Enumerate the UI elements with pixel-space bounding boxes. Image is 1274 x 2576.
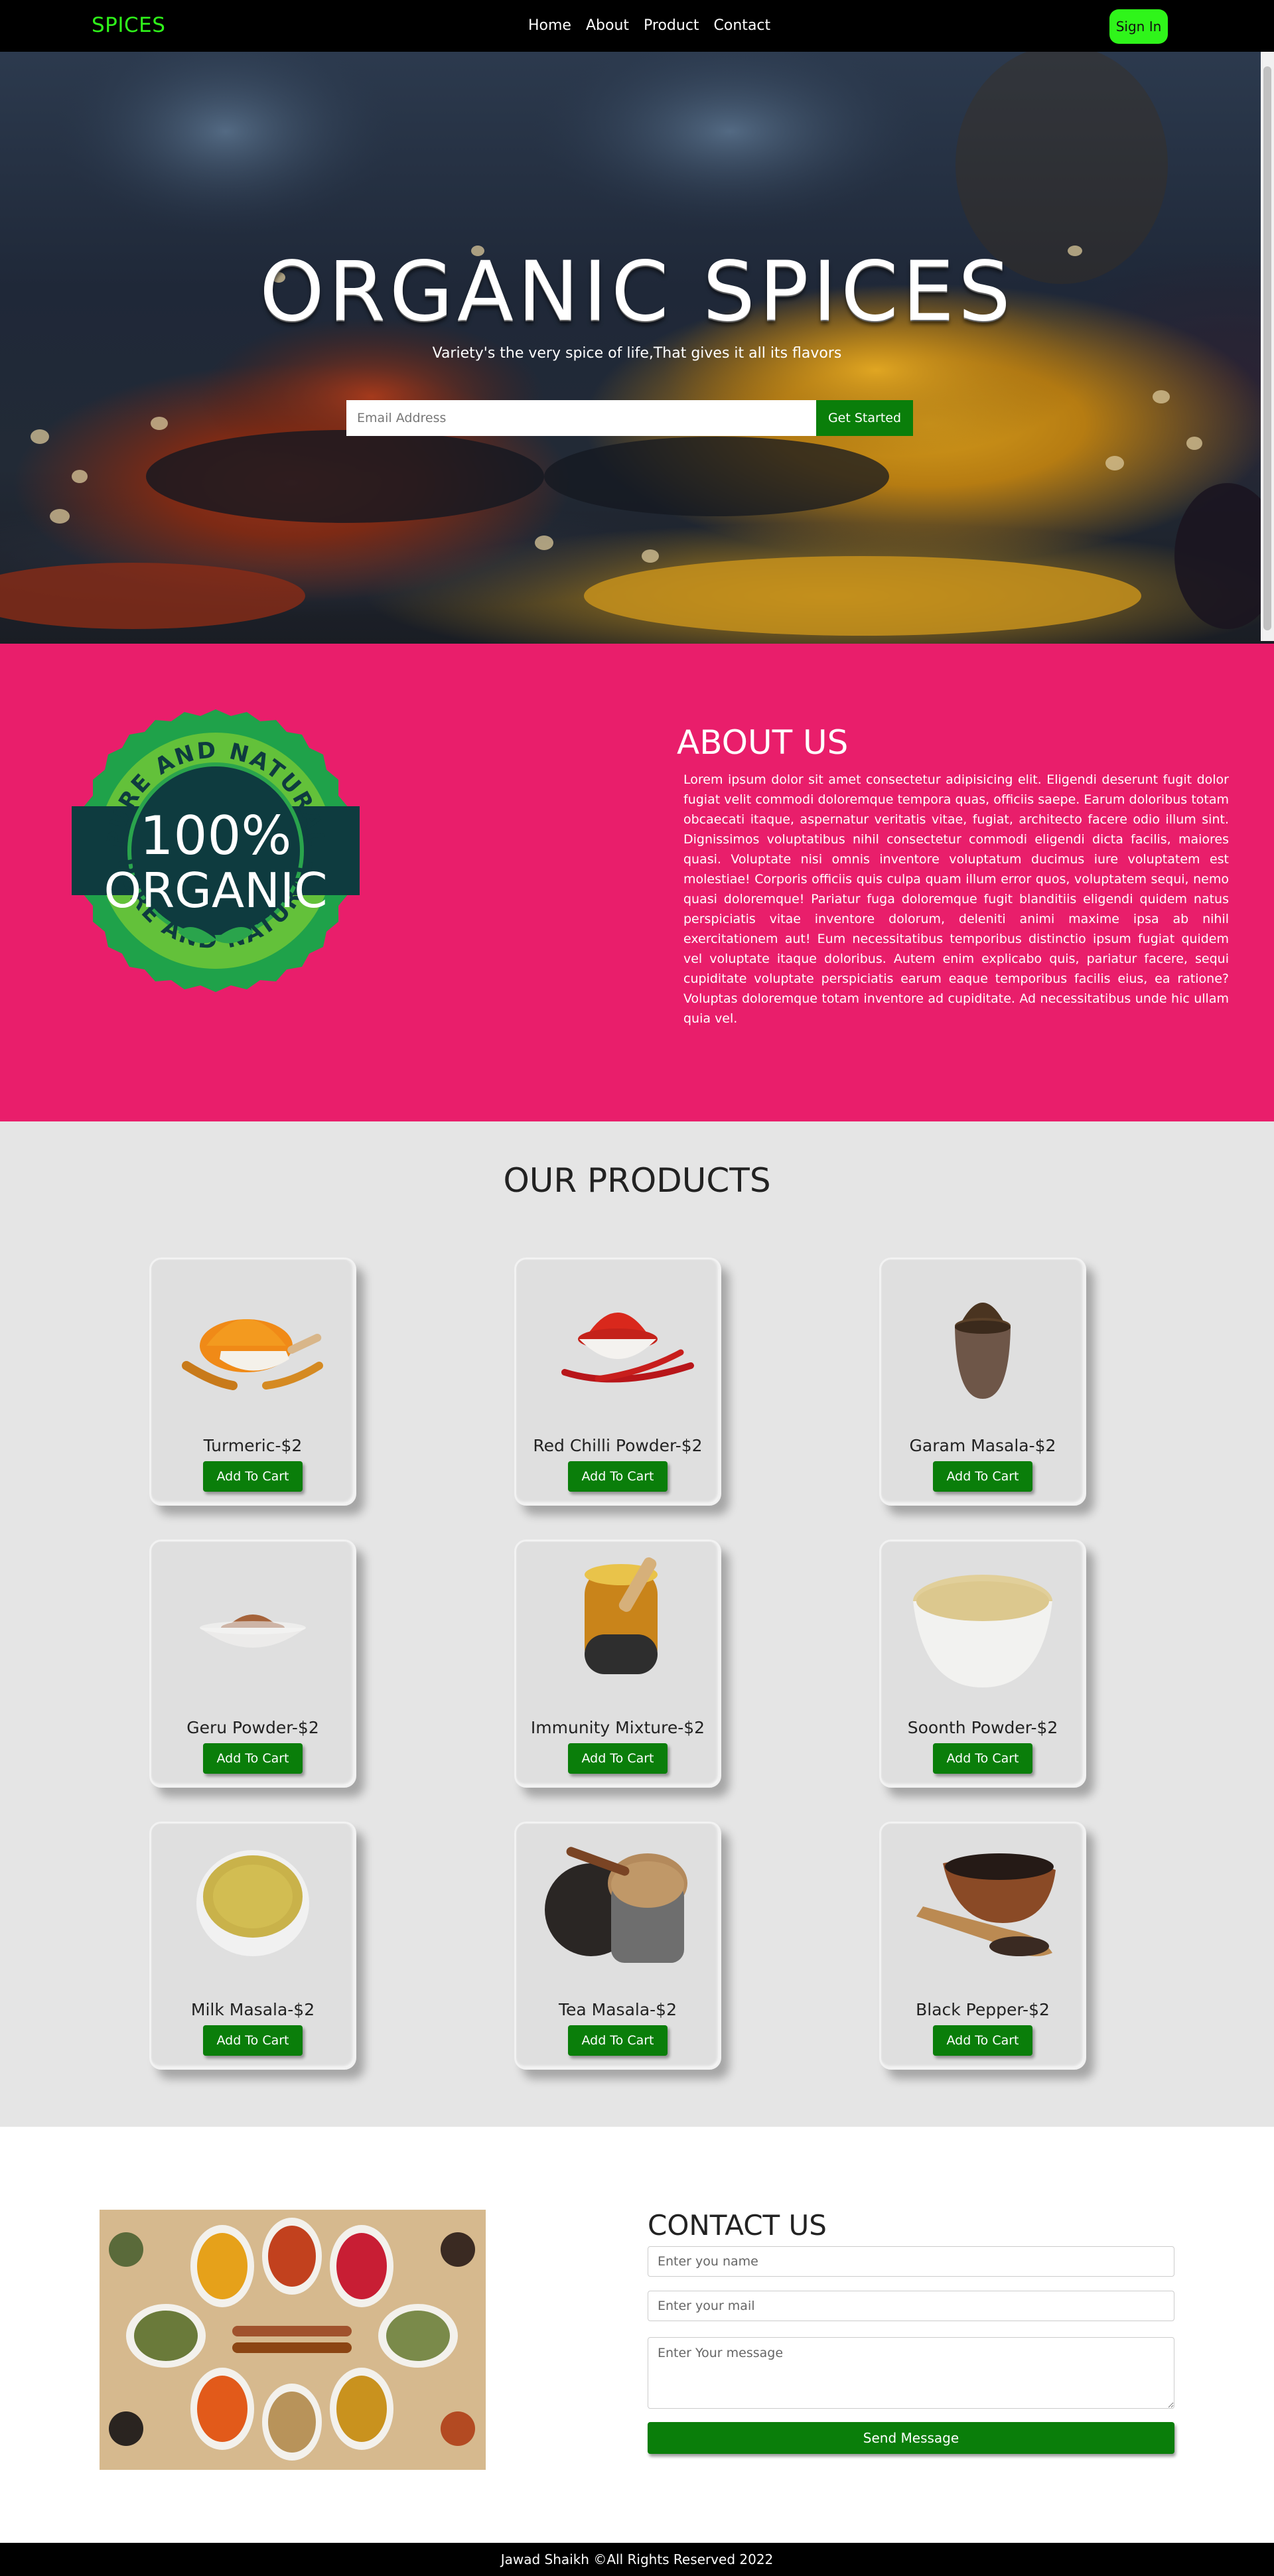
product-card-milk-masala: Milk Masala-$2 Add To Cart	[149, 1822, 356, 2070]
soonth-image	[913, 1575, 1052, 1687]
product-card-tea-masala: Tea Masala-$2 Add To Cart	[514, 1822, 721, 2070]
badge-organic: ORGANIC	[104, 863, 327, 918]
get-started-button[interactable]: Get Started	[816, 400, 913, 436]
badge-percent: 100%	[140, 805, 292, 867]
products-section: OUR PRODUCTS Turmeric-$2 Add To Cart Red…	[0, 1121, 1274, 2127]
product-name: Tea Masala-$2	[558, 2000, 677, 2019]
product-name: Turmeric-$2	[203, 1436, 303, 1455]
about-text: Lorem ipsum dolor sit amet consectetur a…	[683, 772, 1229, 1026]
product-card-soonth: Soonth Powder-$2 Add To Cart	[879, 1539, 1086, 1788]
organic-badge-icon: PURE AND NATURAL PURE AND NATURAL 100% O…	[72, 709, 360, 992]
product-name: Red Chilli Powder-$2	[533, 1436, 703, 1455]
product-card-turmeric: Turmeric-$2 Add To Cart	[149, 1257, 356, 1506]
brand-logo[interactable]: SPICES	[92, 13, 165, 37]
product-name: Soonth Powder-$2	[907, 1718, 1058, 1737]
footer-copyright: Jawad Shaikh ©All Rights Reserved 2022	[500, 2551, 774, 2567]
hero-subtitle: Variety's the very spice of life,That gi…	[432, 345, 842, 362]
about-title: ABOUT US	[677, 723, 849, 762]
product-name: Black Pepper-$2	[916, 2000, 1050, 2019]
add-to-cart-button[interactable]: Add To Cart	[933, 1461, 1032, 1492]
turmeric-image	[182, 1319, 323, 1390]
tea-masala-image	[545, 1847, 687, 1963]
hero-signup-form: Get Started	[346, 400, 913, 436]
scrollbar-thumb[interactable]	[1263, 66, 1271, 630]
sign-in-button[interactable]: Sign In	[1109, 9, 1168, 44]
contact-title: CONTACT US	[648, 2209, 827, 2242]
spices-spoons-image	[100, 2210, 486, 2470]
geru-image	[200, 1614, 306, 1648]
product-name: Milk Masala-$2	[190, 2000, 315, 2019]
products-title: OUR PRODUCTS	[503, 1161, 771, 1200]
product-card-geru: Geru Powder-$2 Add To Cart	[149, 1539, 356, 1788]
garam-masala-image	[955, 1303, 1011, 1399]
add-to-cart-button[interactable]: Add To Cart	[203, 2025, 303, 2056]
add-to-cart-button[interactable]: Add To Cart	[568, 1743, 668, 1774]
immunity-jar-image	[585, 1557, 658, 1674]
add-to-cart-button[interactable]: Add To Cart	[568, 1461, 668, 1492]
navbar: SPICES Home About Product Contact Sign I…	[0, 0, 1274, 52]
hero-section: ORGANIC SPICES Variety's the very spice …	[0, 52, 1274, 644]
contact-section: CONTACT US Send Message	[0, 2127, 1274, 2543]
nav-link-contact[interactable]: Contact	[714, 17, 771, 34]
product-name: Geru Powder-$2	[186, 1718, 319, 1737]
nav-link-home[interactable]: Home	[528, 17, 571, 34]
add-to-cart-button[interactable]: Add To Cart	[203, 1743, 303, 1774]
hero-title: ORGANIC SPICES	[259, 244, 1015, 340]
black-pepper-image	[916, 1853, 1056, 1956]
product-card-garam-masala: Garam Masala-$2 Add To Cart	[879, 1257, 1086, 1506]
scrollbar-track[interactable]	[1261, 52, 1274, 641]
red-chilli-image	[561, 1313, 694, 1383]
add-to-cart-button[interactable]: Add To Cart	[568, 2025, 668, 2056]
product-card-immunity: Immunity Mixture-$2 Add To Cart	[514, 1539, 721, 1788]
product-name: Garam Masala-$2	[909, 1436, 1056, 1455]
product-card-black-pepper: Black Pepper-$2 Add To Cart	[879, 1822, 1086, 2070]
about-section: PURE AND NATURAL PURE AND NATURAL 100% O…	[0, 644, 1274, 1121]
nav-link-about[interactable]: About	[586, 17, 629, 34]
footer: Jawad Shaikh ©All Rights Reserved 2022	[0, 2543, 1274, 2576]
message-textarea[interactable]	[648, 2337, 1174, 2409]
email-field[interactable]	[648, 2291, 1174, 2321]
send-message-button[interactable]: Send Message	[648, 2422, 1174, 2454]
product-name: Immunity Mixture-$2	[530, 1718, 705, 1737]
nav-menu: Home About Product Contact	[528, 17, 785, 34]
product-card-red-chilli: Red Chilli Powder-$2 Add To Cart	[514, 1257, 721, 1506]
milk-masala-image	[196, 1850, 309, 1956]
add-to-cart-button[interactable]: Add To Cart	[203, 1461, 303, 1492]
email-input[interactable]	[346, 400, 816, 436]
name-input[interactable]	[648, 2246, 1174, 2277]
nav-link-product[interactable]: Product	[644, 17, 699, 34]
add-to-cart-button[interactable]: Add To Cart	[933, 1743, 1032, 1774]
add-to-cart-button[interactable]: Add To Cart	[933, 2025, 1032, 2056]
